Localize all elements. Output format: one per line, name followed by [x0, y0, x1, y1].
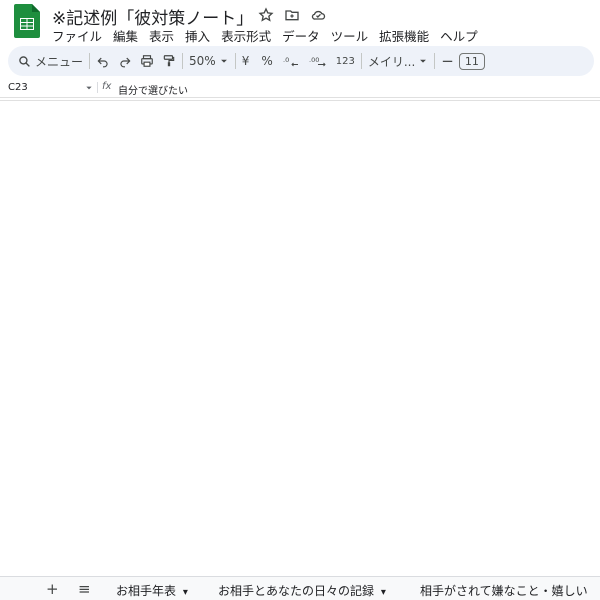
font-family-value: メイリ... — [367, 54, 416, 69]
sheet-tab-label: お相手とあなたの日々の記録 — [218, 584, 375, 598]
redo-icon[interactable] — [118, 54, 132, 68]
increase-decimal-icon[interactable]: .00 — [309, 55, 326, 67]
cell-reference: C23 — [8, 82, 28, 93]
toolbar-divider — [234, 53, 236, 69]
font-size-input[interactable]: 11 — [458, 52, 485, 70]
chevron-down-icon: ▾ — [182, 587, 188, 598]
decrease-decimal-icon[interactable]: .0 — [283, 55, 299, 67]
menu-tools[interactable]: ツール — [331, 26, 369, 45]
menu-extensions[interactable]: 拡張機能 — [379, 26, 429, 45]
percent-format-button[interactable]: % — [261, 54, 272, 68]
toolbar-divider — [360, 53, 362, 69]
name-box[interactable]: C23 — [8, 82, 98, 93]
paint-format-icon[interactable] — [162, 54, 176, 68]
print-icon[interactable] — [140, 54, 154, 68]
menu-help[interactable]: ヘルプ — [440, 26, 478, 45]
menu-format[interactable]: 表示形式 — [221, 26, 271, 45]
formula-input[interactable]: 自分で選びたい — [118, 82, 188, 97]
sheets-logo-icon[interactable] — [14, 4, 40, 38]
sheet-tab-label: お相手年表 — [116, 584, 177, 598]
zoom-value: 50% — [189, 54, 216, 68]
currency-format-button[interactable]: ¥ — [242, 54, 250, 68]
svg-text:.00: .00 — [309, 56, 319, 64]
star-icon[interactable] — [256, 5, 276, 25]
sheet-tab-label: 相手がされて嫌なこと・嬉しい — [420, 584, 588, 598]
undo-icon[interactable] — [96, 54, 110, 68]
number-format-button[interactable]: 123 — [336, 56, 355, 67]
chevron-down-icon — [220, 59, 227, 63]
sheet-tab[interactable]: お相手年表 ▾ — [116, 582, 188, 599]
all-sheets-button[interactable]: ≡ — [78, 580, 91, 598]
toolbar-divider — [434, 53, 436, 69]
sheet-tab-bar: + ≡ お相手年表 ▾ お相手とあなたの日々の記録 ▾ 相手がされて嫌なこと・嬉… — [0, 576, 600, 600]
zoom-select[interactable]: 50% — [189, 54, 229, 68]
move-folder-icon[interactable] — [282, 5, 302, 25]
decrease-font-size-button[interactable]: − — [441, 52, 454, 70]
title-bar: ※記述例「彼対策ノート」 ファイル 編集 表示 挿入 表示形式 データ ツール … — [0, 0, 600, 44]
chevron-down-icon — [420, 59, 427, 63]
toolbar: メニュー 50% ¥ % .0 .00 123 メイリ... − 11 — [8, 46, 594, 76]
chevron-down-icon: ▾ — [380, 587, 386, 598]
formula-bar: C23 fx 自分で選びたい — [0, 80, 600, 98]
menu-edit[interactable]: 編集 — [113, 26, 138, 45]
search-menus-button[interactable]: メニュー — [18, 53, 83, 70]
fx-icon: fx — [102, 81, 112, 92]
search-menus-label: メニュー — [35, 54, 84, 69]
add-sheet-button[interactable]: + — [46, 580, 59, 598]
menu-bar: ファイル 編集 表示 挿入 表示形式 データ ツール 拡張機能 ヘルプ — [52, 26, 478, 45]
toolbar-divider — [182, 53, 184, 69]
sheet-tab[interactable]: 相手がされて嫌なこと・嬉しい — [420, 582, 588, 599]
cloud-saved-icon[interactable] — [308, 5, 328, 25]
font-family-select[interactable]: メイリ... — [368, 53, 428, 70]
sheet-tab[interactable]: お相手とあなたの日々の記録 ▾ — [218, 582, 386, 599]
menu-file[interactable]: ファイル — [52, 26, 102, 45]
toolbar-divider — [89, 53, 91, 69]
spreadsheet-grid[interactable] — [0, 100, 600, 576]
search-icon — [19, 55, 30, 67]
menu-insert[interactable]: 挿入 — [185, 26, 210, 45]
menu-view[interactable]: 表示 — [149, 26, 174, 45]
menu-data[interactable]: データ — [282, 26, 320, 45]
svg-text:.0: .0 — [283, 56, 289, 64]
chevron-down-icon — [86, 86, 92, 90]
